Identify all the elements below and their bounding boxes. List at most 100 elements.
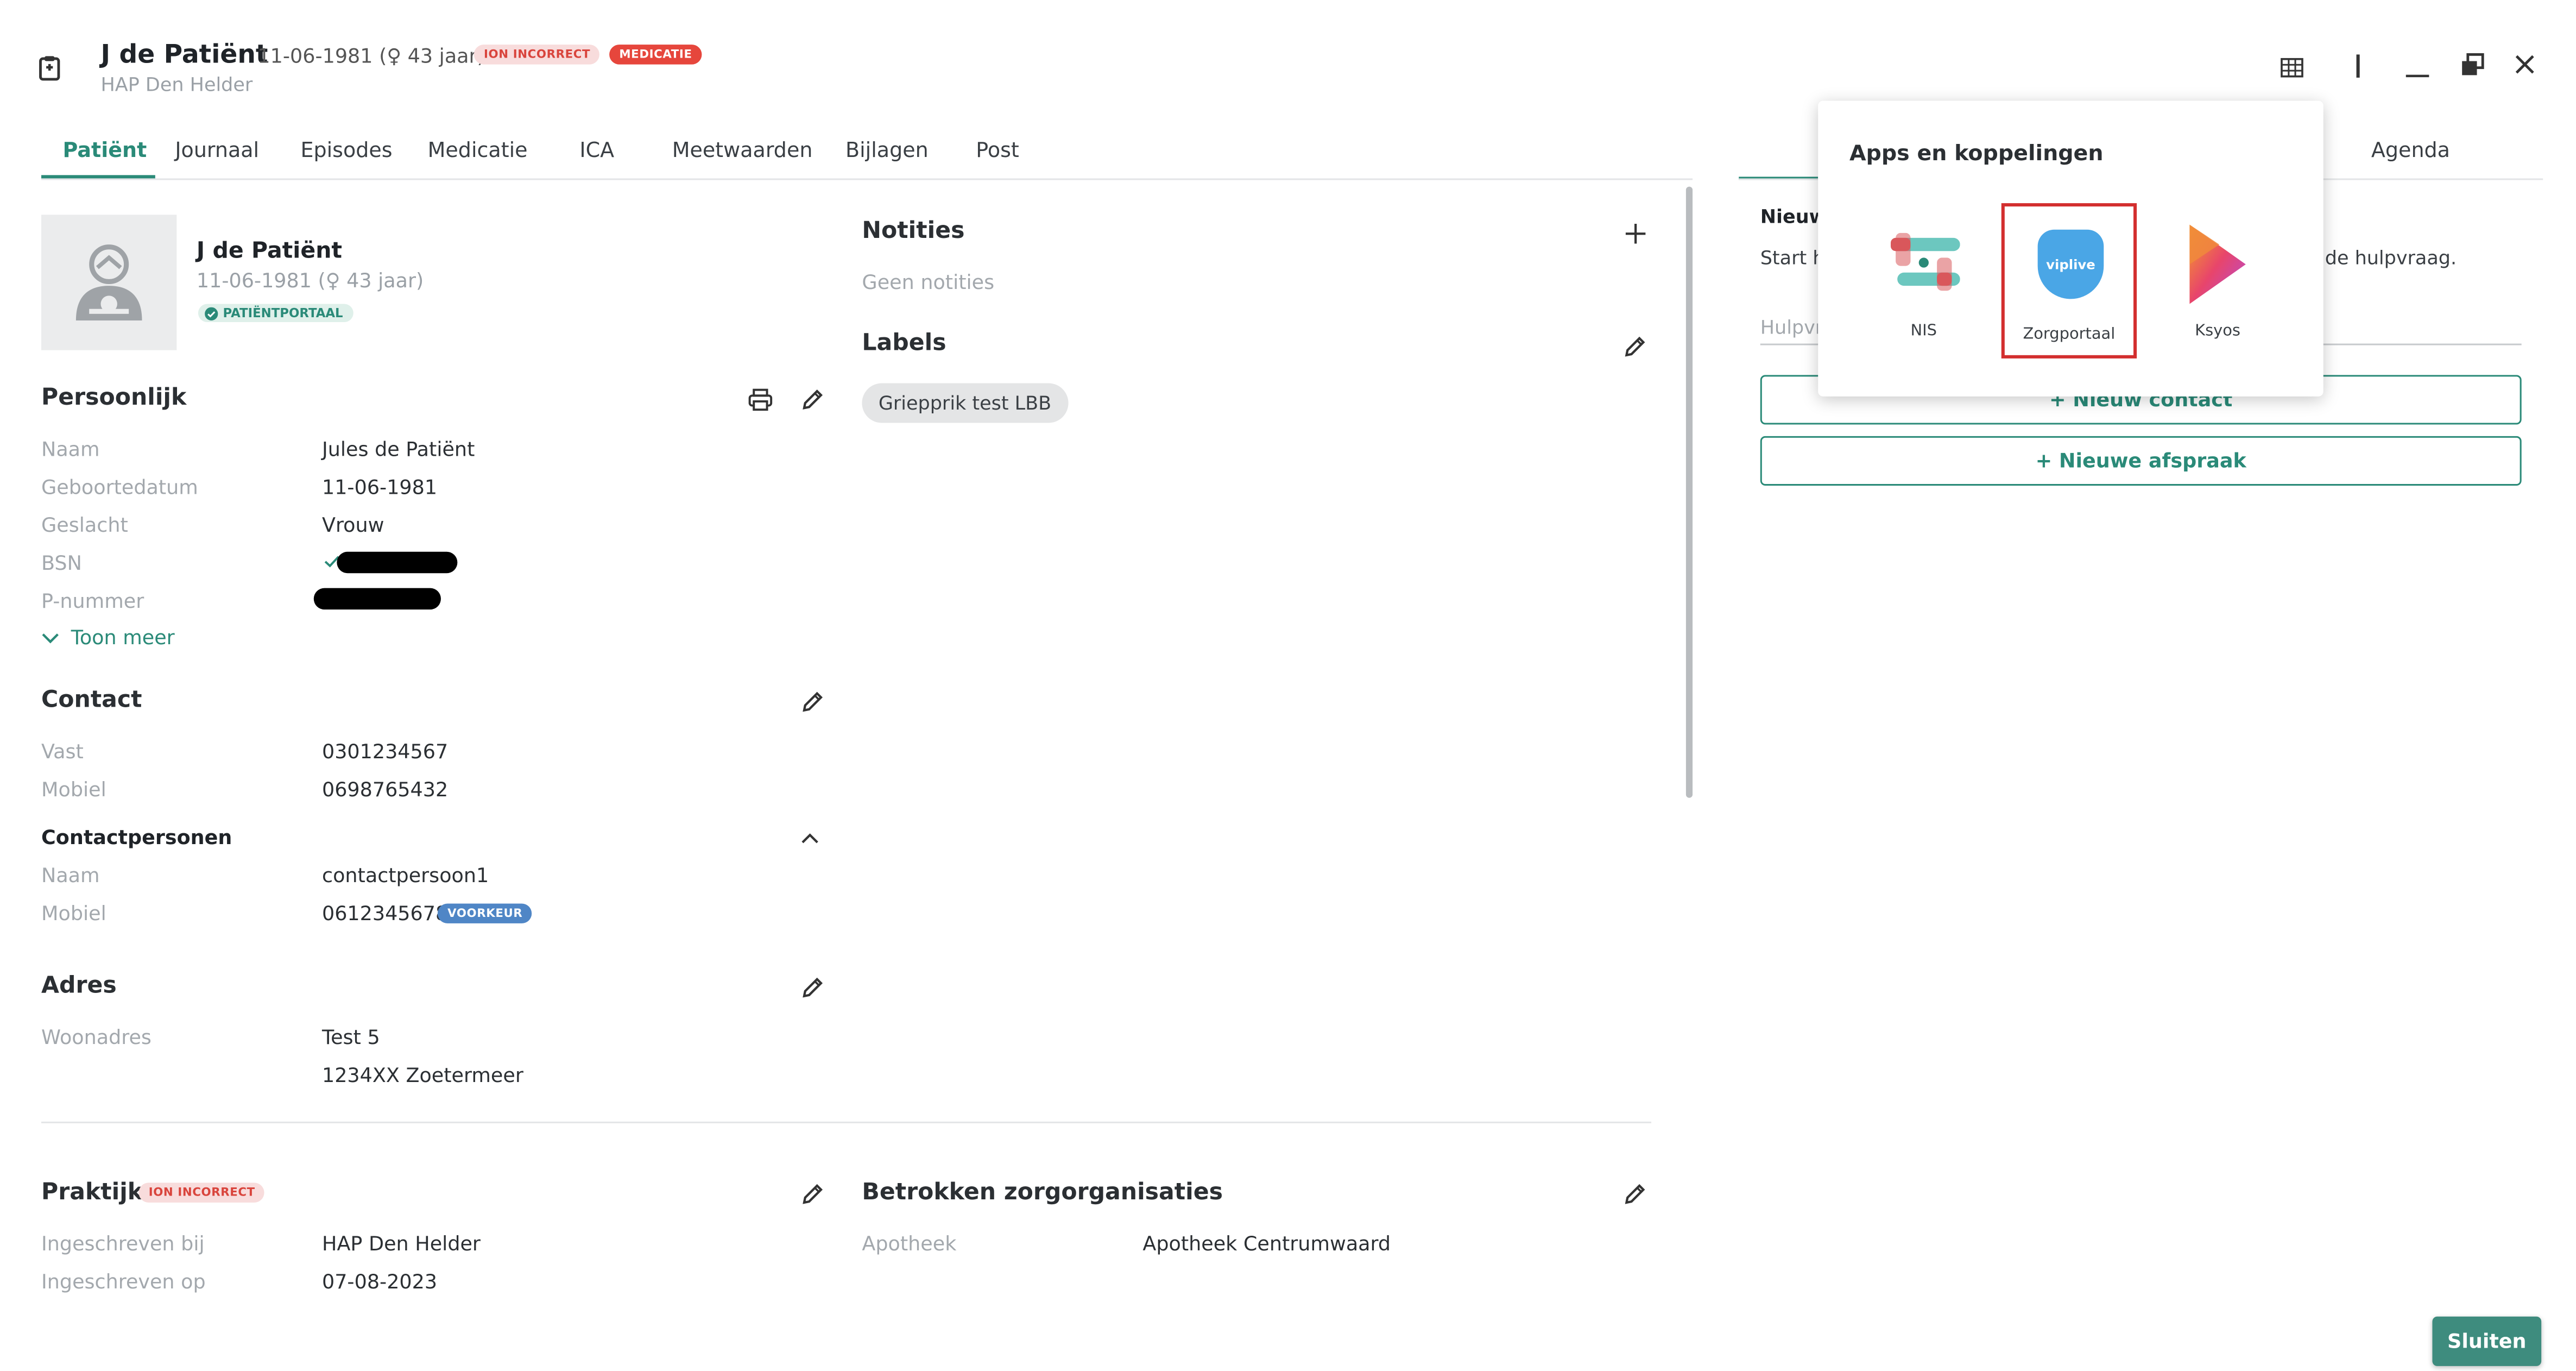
edit-betrokken-icon[interactable] xyxy=(1620,1179,1650,1209)
contactpersoon-naam-value: contactpersoon1 xyxy=(322,864,489,888)
praktijk-heading: Praktijk xyxy=(41,1179,143,1206)
tab-bijlagen[interactable]: Bijlagen xyxy=(845,137,929,162)
apps-popup-title: Apps en koppelingen xyxy=(1849,142,2104,167)
scrollbar[interactable] xyxy=(1685,186,1693,798)
tab-medicatie[interactable]: Medicatie xyxy=(428,137,528,162)
right-panel-text-left: Start h xyxy=(1760,246,1825,269)
tabs-divider xyxy=(41,178,1693,180)
ingeschreven-bij-value: HAP Den Helder xyxy=(322,1232,481,1256)
patient-card-dob: 11-06-1981 (♀ 43 jaar) xyxy=(196,269,424,293)
voorkeur-badge: VOORKEUR xyxy=(437,903,533,923)
nieuwe-afspraak-label: + Nieuwe afspraak xyxy=(2035,449,2246,473)
adres-heading: Adres xyxy=(41,973,117,999)
edit-persoonlijk-icon[interactable] xyxy=(798,385,828,415)
apotheek-value: Apotheek Centrumwaard xyxy=(1142,1232,1391,1256)
medicatie-badge: MEDICATIE xyxy=(609,45,702,65)
restore-window-icon[interactable] xyxy=(2457,49,2487,79)
edit-adres-icon[interactable] xyxy=(798,973,828,1003)
contactpersonen-heading: Contactpersonen xyxy=(41,826,232,850)
tab-agenda[interactable]: Agenda xyxy=(2371,137,2450,162)
nieuwe-afspraak-button[interactable]: + Nieuwe afspraak xyxy=(1760,436,2522,486)
grid-icon[interactable] xyxy=(2277,53,2307,83)
edit-contact-icon[interactable] xyxy=(798,687,828,717)
contactpersoon-mobiel-value: 0612345678 xyxy=(322,902,449,925)
tab-post[interactable]: Post xyxy=(976,137,1019,162)
bsn-redaction xyxy=(337,551,458,574)
chevron-up-icon[interactable] xyxy=(794,822,824,852)
patient-dob-age: 11-06-1981 (♀ 43 jaar) xyxy=(257,45,485,68)
practice-subtitle: HAP Den Helder xyxy=(100,72,253,96)
avatar xyxy=(41,215,177,350)
viplive-logo-text: viplive xyxy=(2046,256,2095,272)
contactpersoon-mobiel-label: Mobiel xyxy=(41,902,106,925)
check-circle-icon xyxy=(205,306,218,320)
geboortedatum-label: Geboortedatum xyxy=(41,475,198,499)
app-nis-label: NIS xyxy=(1910,322,1937,341)
ingeschreven-bij-label: Ingeschreven bij xyxy=(41,1232,205,1256)
hulpvraag-input-placeholder[interactable]: Hulpvr xyxy=(1760,316,1823,339)
edit-labels-icon[interactable] xyxy=(1620,332,1650,362)
app-ksyos[interactable]: Ksyos xyxy=(2175,223,2261,354)
chevron-down-icon xyxy=(42,632,59,643)
app-nis[interactable]: NIS xyxy=(1881,230,1967,354)
clipboard-icon xyxy=(38,54,61,81)
naam-value: Jules de Patiënt xyxy=(322,437,475,461)
sluiten-button[interactable]: Sluiten xyxy=(2432,1316,2542,1366)
adres-line2: 1234XX Zoetermeer xyxy=(322,1064,523,1087)
label-chip[interactable]: Griepprik test LBB xyxy=(862,383,1068,423)
notities-heading: Notities xyxy=(862,218,965,245)
woonadres-label: Woonadres xyxy=(41,1026,151,1049)
geslacht-label: Geslacht xyxy=(41,513,128,537)
ksyos-logo-icon xyxy=(2189,224,2246,304)
print-icon[interactable] xyxy=(745,385,775,415)
edit-praktijk-icon[interactable] xyxy=(798,1179,828,1209)
right-panel-text-right: de hulpvraag. xyxy=(2325,246,2457,269)
viplive-logo-icon: viplive xyxy=(2037,229,2104,299)
patientportaal-badge-label: PATIËNTPORTAAL xyxy=(223,305,343,320)
add-note-plus-icon[interactable] xyxy=(1620,218,1650,248)
tab-patient[interactable]: Patiënt xyxy=(63,137,147,162)
persoonlijk-heading: Persoonlijk xyxy=(41,385,187,412)
nis-logo-icon xyxy=(1890,232,1960,291)
tab-episodes[interactable]: Episodes xyxy=(300,137,392,162)
right-panel-title: Nieuw xyxy=(1760,205,1827,228)
contact-heading: Contact xyxy=(41,687,142,714)
tab-ica[interactable]: ICA xyxy=(579,137,614,162)
mobiel-value: 0698765432 xyxy=(322,778,449,801)
section-divider xyxy=(41,1121,1652,1123)
app-zorgportaal[interactable]: viplive Zorgportaal xyxy=(2001,203,2137,359)
minimize-icon[interactable] xyxy=(2403,53,2433,83)
ion-incorrect-badge: ION INCORRECT xyxy=(473,45,601,65)
toolbar-divider xyxy=(2356,54,2359,78)
contactpersoon-naam-label: Naam xyxy=(41,864,100,888)
app-ksyos-label: Ksyos xyxy=(2195,322,2241,341)
p-nummer-label: P-nummer xyxy=(41,589,144,613)
toon-meer-link[interactable]: Toon meer xyxy=(41,626,175,650)
mobiel-label: Mobiel xyxy=(41,778,106,801)
ingeschreven-op-label: Ingeschreven op xyxy=(41,1270,206,1294)
apps-popup: Apps en koppelingen NIS viplive Zorgport… xyxy=(1818,100,2324,397)
patient-name-title: J de Patiënt xyxy=(100,39,268,70)
tab-journaal[interactable]: Journaal xyxy=(175,137,259,162)
labels-heading: Labels xyxy=(862,330,946,357)
close-icon[interactable] xyxy=(2510,49,2540,79)
sluiten-label: Sluiten xyxy=(2447,1330,2527,1353)
naam-label: Naam xyxy=(41,437,100,461)
app-zorgportaal-label: Zorgportaal xyxy=(2023,325,2116,344)
geslacht-value: Vrouw xyxy=(322,513,384,537)
geboortedatum-value: 11-06-1981 xyxy=(322,475,438,499)
p-nummer-redaction xyxy=(313,588,441,610)
toon-meer-label: Toon meer xyxy=(71,626,175,650)
betrokken-heading: Betrokken zorgorganisaties xyxy=(862,1179,1223,1206)
bsn-label: BSN xyxy=(41,551,82,575)
patientportaal-badge: PATIËNTPORTAAL xyxy=(198,304,353,323)
vast-label: Vast xyxy=(41,740,84,763)
person-placeholder-icon xyxy=(75,244,142,320)
patient-card-name: J de Patiënt xyxy=(196,237,343,265)
geen-notities-text: Geen notities xyxy=(862,271,995,294)
adres-line1: Test 5 xyxy=(322,1026,380,1049)
vast-value: 0301234567 xyxy=(322,740,449,763)
tab-meetwaarden[interactable]: Meetwaarden xyxy=(672,137,813,162)
ingeschreven-op-value: 07-08-2023 xyxy=(322,1270,438,1294)
apotheek-label: Apotheek xyxy=(862,1232,957,1256)
